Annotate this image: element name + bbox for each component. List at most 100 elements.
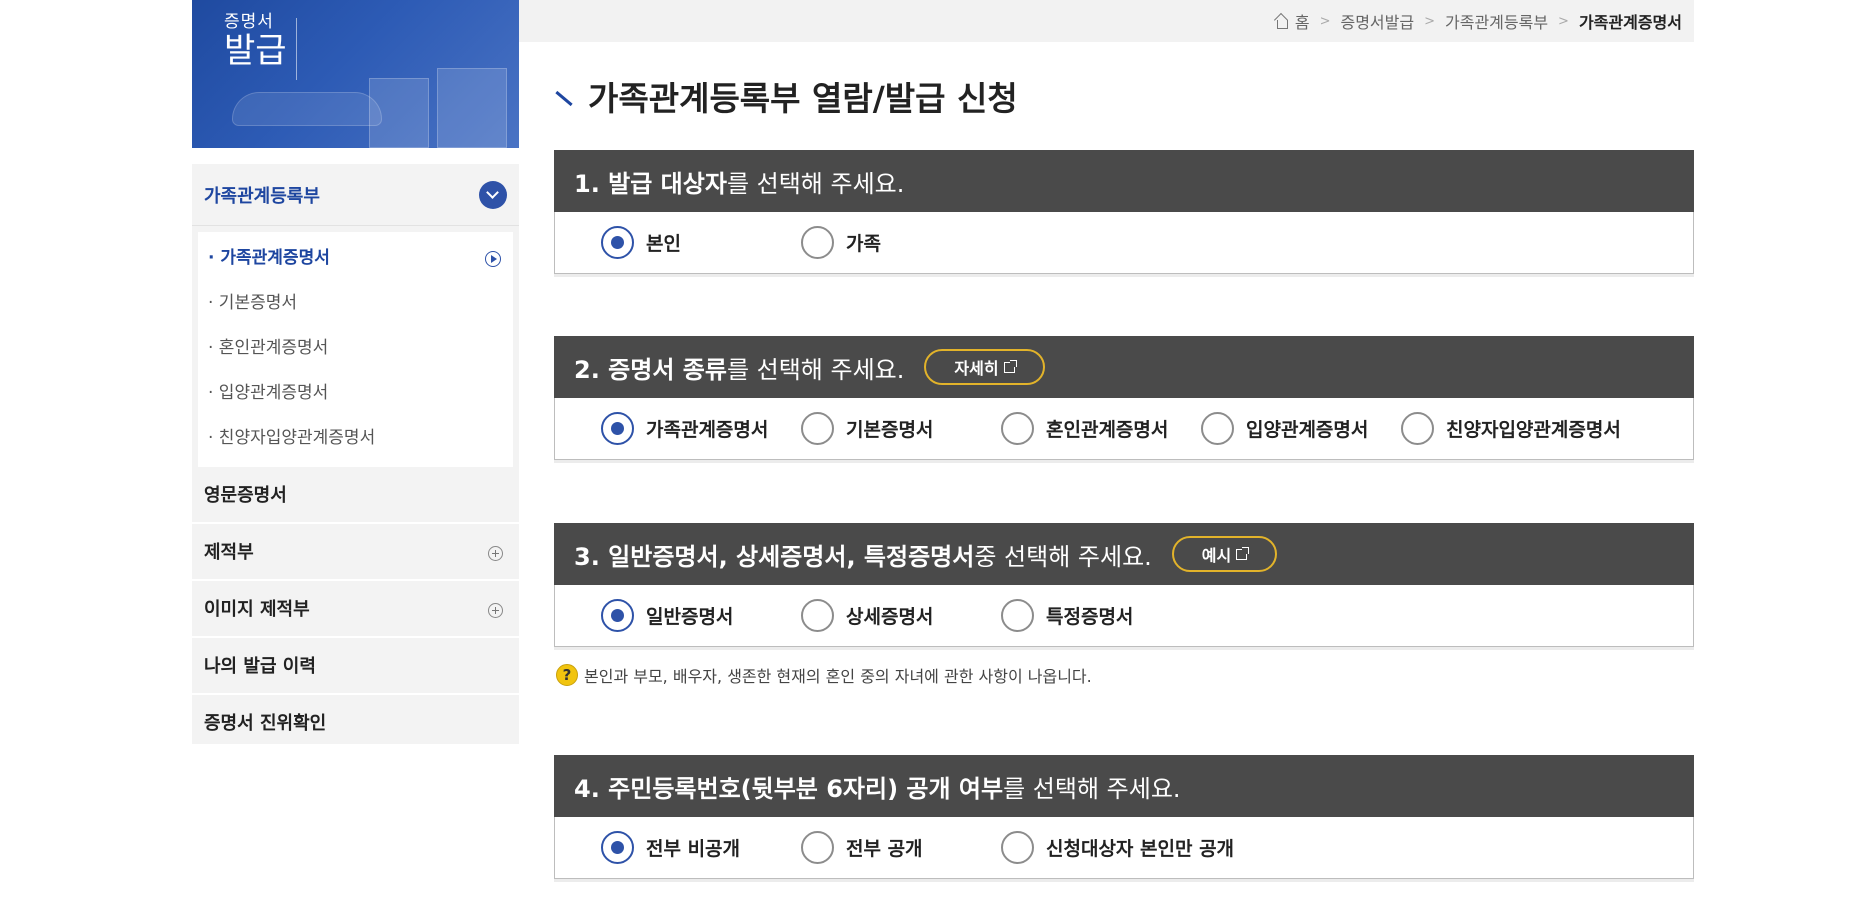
section-header: 4. 주민등록번호(뒷부분 6자리) 공개 여부 를 선택해 주세요. (554, 755, 1694, 817)
breadcrumb-home[interactable]: 홈 (1295, 9, 1310, 33)
section-header: 2. 증명서 종류 를 선택해 주세요. 자세히 (554, 336, 1694, 398)
radio-option-all-public[interactable]: 전부 공개 (801, 831, 1001, 864)
radio-label: 본인 (646, 233, 681, 255)
radio-label: 친양자입양관계증명서 (1446, 419, 1621, 441)
sidebar-item-english-cert[interactable]: 영문증명서 (192, 467, 519, 524)
section-options: 본인 가족 (554, 212, 1694, 274)
sidebar-item-label: 증명서 진위확인 (204, 713, 327, 734)
radio-label: 신청대상자 본인만 공개 (1046, 838, 1235, 860)
sidebar-subitem-adoption-cert[interactable]: · 입양관계증명서 (198, 371, 513, 416)
radio-button[interactable] (801, 831, 834, 864)
plus-circle-icon[interactable] (488, 603, 503, 618)
section-header: 1. 발급 대상자 를 선택해 주세요. (554, 150, 1694, 212)
section-options: 전부 비공개 전부 공개 신청대상자 본인만 공개 (554, 817, 1694, 879)
radio-label: 입양관계증명서 (1246, 419, 1369, 441)
sidebar-item-label: 영문증명서 (204, 485, 287, 506)
sidebar-subitem-label: · 입양관계증명서 (208, 383, 329, 403)
radio-label: 일반증명서 (646, 606, 734, 628)
radio-button[interactable] (801, 226, 834, 259)
section-cert-type: 2. 증명서 종류 를 선택해 주세요. 자세히 가족관계증명서 기본증명서 혼인… (554, 336, 1694, 460)
radio-button[interactable] (1001, 831, 1034, 864)
radio-option-specific-cert[interactable]: 특정증명서 (1001, 599, 1133, 632)
home-icon[interactable] (1274, 14, 1289, 29)
breadcrumb-item[interactable]: 가족관계등록부 (1445, 9, 1548, 33)
sidebar-header-label: 가족관계등록부 (204, 186, 320, 207)
radio-option-general-cert[interactable]: 일반증명서 (601, 599, 801, 632)
sidebar-header-family-register[interactable]: 가족관계등록부 (192, 164, 519, 226)
breadcrumb-item[interactable]: 증명서발급 (1340, 9, 1414, 33)
radio-label: 가족 (846, 233, 881, 255)
external-link-icon (1236, 546, 1250, 560)
sidebar-item-label: 제적부 (204, 542, 254, 563)
radio-button[interactable] (1001, 412, 1034, 445)
section-cert-detail-level: 3. 일반증명서, 상세증명서, 특정증명서 중 선택해 주세요. 예시 일반증… (554, 523, 1694, 647)
section-options: 가족관계증명서 기본증명서 혼인관계증명서 입양관계증명서 친양자입양관계증명서 (554, 398, 1694, 460)
section-header-rest: 중 선택해 주세요. (974, 542, 1152, 571)
section-resident-number-disclosure: 4. 주민등록번호(뒷부분 6자리) 공개 여부 를 선택해 주세요. 전부 비공… (554, 755, 1694, 879)
radio-button[interactable] (1401, 412, 1434, 445)
radio-option-full-adoption-cert[interactable]: 친양자입양관계증명서 (1401, 412, 1621, 445)
chevron-down-icon[interactable] (479, 181, 507, 209)
radio-label: 전부 공개 (846, 838, 923, 860)
radio-option-detailed-cert[interactable]: 상세증명서 (801, 599, 1001, 632)
section-issue-target: 1. 발급 대상자 를 선택해 주세요. 본인 가족 (554, 150, 1694, 274)
radio-button[interactable] (1001, 599, 1034, 632)
radio-label: 가족관계증명서 (646, 419, 769, 441)
external-link-icon (1003, 359, 1017, 373)
radio-option-applicant-only-public[interactable]: 신청대상자 본인만 공개 (1001, 831, 1234, 864)
banner-logo: 증명서 발급 (224, 12, 287, 69)
radio-option-family[interactable]: 가족 (801, 226, 881, 259)
sidebar-subitem-full-adoption-cert[interactable]: · 친양자입양관계증명서 (198, 416, 513, 461)
radio-button[interactable] (801, 412, 834, 445)
breadcrumb: 홈 > 증명서발급 > 가족관계등록부 > 가족관계증명서 (1274, 0, 1682, 42)
radio-option-marriage-cert[interactable]: 혼인관계증명서 (1001, 412, 1201, 445)
sidebar-item-removed-register[interactable]: 제적부 (192, 524, 519, 581)
sidebar-subitem-label: · 친양자입양관계증명서 (208, 428, 376, 448)
radio-button-checked[interactable] (601, 226, 634, 259)
example-button[interactable]: 예시 (1171, 536, 1278, 572)
sidebar-submenu: · 가족관계증명서 · 기본증명서 · 혼인관계증명서 · 입양관계증명서 · … (198, 232, 513, 467)
radio-option-adoption-cert[interactable]: 입양관계증명서 (1201, 412, 1401, 445)
help-note-text: 본인과 부모, 배우자, 생존한 현재의 혼인 중의 자녀에 관한 사항이 나옵… (584, 667, 1092, 686)
sidebar-item-verify[interactable]: 증명서 진위확인 (192, 695, 519, 752)
radio-button-checked[interactable] (601, 831, 634, 864)
radio-label: 기본증명서 (846, 419, 934, 441)
sidebar-subitem-label: · 혼인관계증명서 (208, 338, 329, 358)
banner-logo-small: 증명서 (224, 12, 274, 32)
sidebar-item-my-history[interactable]: 나의 발급 이력 (192, 638, 519, 695)
breadcrumb-current: 가족관계증명서 (1578, 13, 1682, 32)
sidebar-nav: 가족관계등록부 · 가족관계증명서 · 기본증명서 · 혼인관계증명서 · 입양… (192, 164, 519, 744)
sidebar-banner: 증명서 발급 (192, 0, 519, 148)
sidebar-item-label: 이미지 제적부 (204, 599, 310, 620)
radio-button[interactable] (801, 599, 834, 632)
radio-button-checked[interactable] (601, 412, 634, 445)
details-button[interactable]: 자세히 (924, 349, 1045, 385)
page-title-text: 가족관계등록부 열람/발급 신청 (588, 79, 1018, 118)
sidebar-subitem-marriage-cert[interactable]: · 혼인관계증명서 (198, 326, 513, 371)
section-header-bold: 1. 발급 대상자 (574, 169, 727, 198)
sidebar-subitem-label: · 가족관계증명서 (208, 248, 330, 268)
section-header-rest: 를 선택해 주세요. (726, 355, 905, 384)
radio-label: 특정증명서 (1046, 606, 1134, 628)
details-button-label: 자세히 (954, 359, 999, 378)
section-header-bold: 3. 일반증명서, 상세증명서, 특정증명서 (574, 542, 975, 571)
sidebar-subitem-family-relation-cert[interactable]: · 가족관계증명서 (198, 236, 513, 281)
radio-button[interactable] (1201, 412, 1234, 445)
banner-books-illustration (359, 68, 519, 148)
banner-logo-divider (296, 18, 297, 80)
radio-option-basic-cert[interactable]: 기본증명서 (801, 412, 1001, 445)
radio-option-all-private[interactable]: 전부 비공개 (601, 831, 801, 864)
section-options: 일반증명서 상세증명서 특정증명서 (554, 585, 1694, 647)
radio-button-checked[interactable] (601, 599, 634, 632)
section-header-rest: 를 선택해 주세요. (1003, 774, 1181, 803)
breadcrumb-bar: 홈 > 증명서발급 > 가족관계등록부 > 가족관계증명서 (519, 0, 1694, 42)
plus-circle-icon[interactable] (488, 546, 503, 561)
sidebar-subitem-basic-cert[interactable]: · 기본증명서 (198, 281, 513, 326)
section-header-bold: 4. 주민등록번호(뒷부분 6자리) 공개 여부 (574, 774, 1004, 803)
sidebar-item-label: 나의 발급 이력 (204, 656, 316, 677)
radio-option-self[interactable]: 본인 (601, 226, 801, 259)
chevron-right-icon: > (1424, 13, 1435, 29)
radio-option-family-relation-cert[interactable]: 가족관계증명서 (601, 412, 801, 445)
page-title: 가족관계등록부 열람/발급 신청 (554, 72, 1018, 120)
sidebar-item-image-removed-register[interactable]: 이미지 제적부 (192, 581, 519, 638)
